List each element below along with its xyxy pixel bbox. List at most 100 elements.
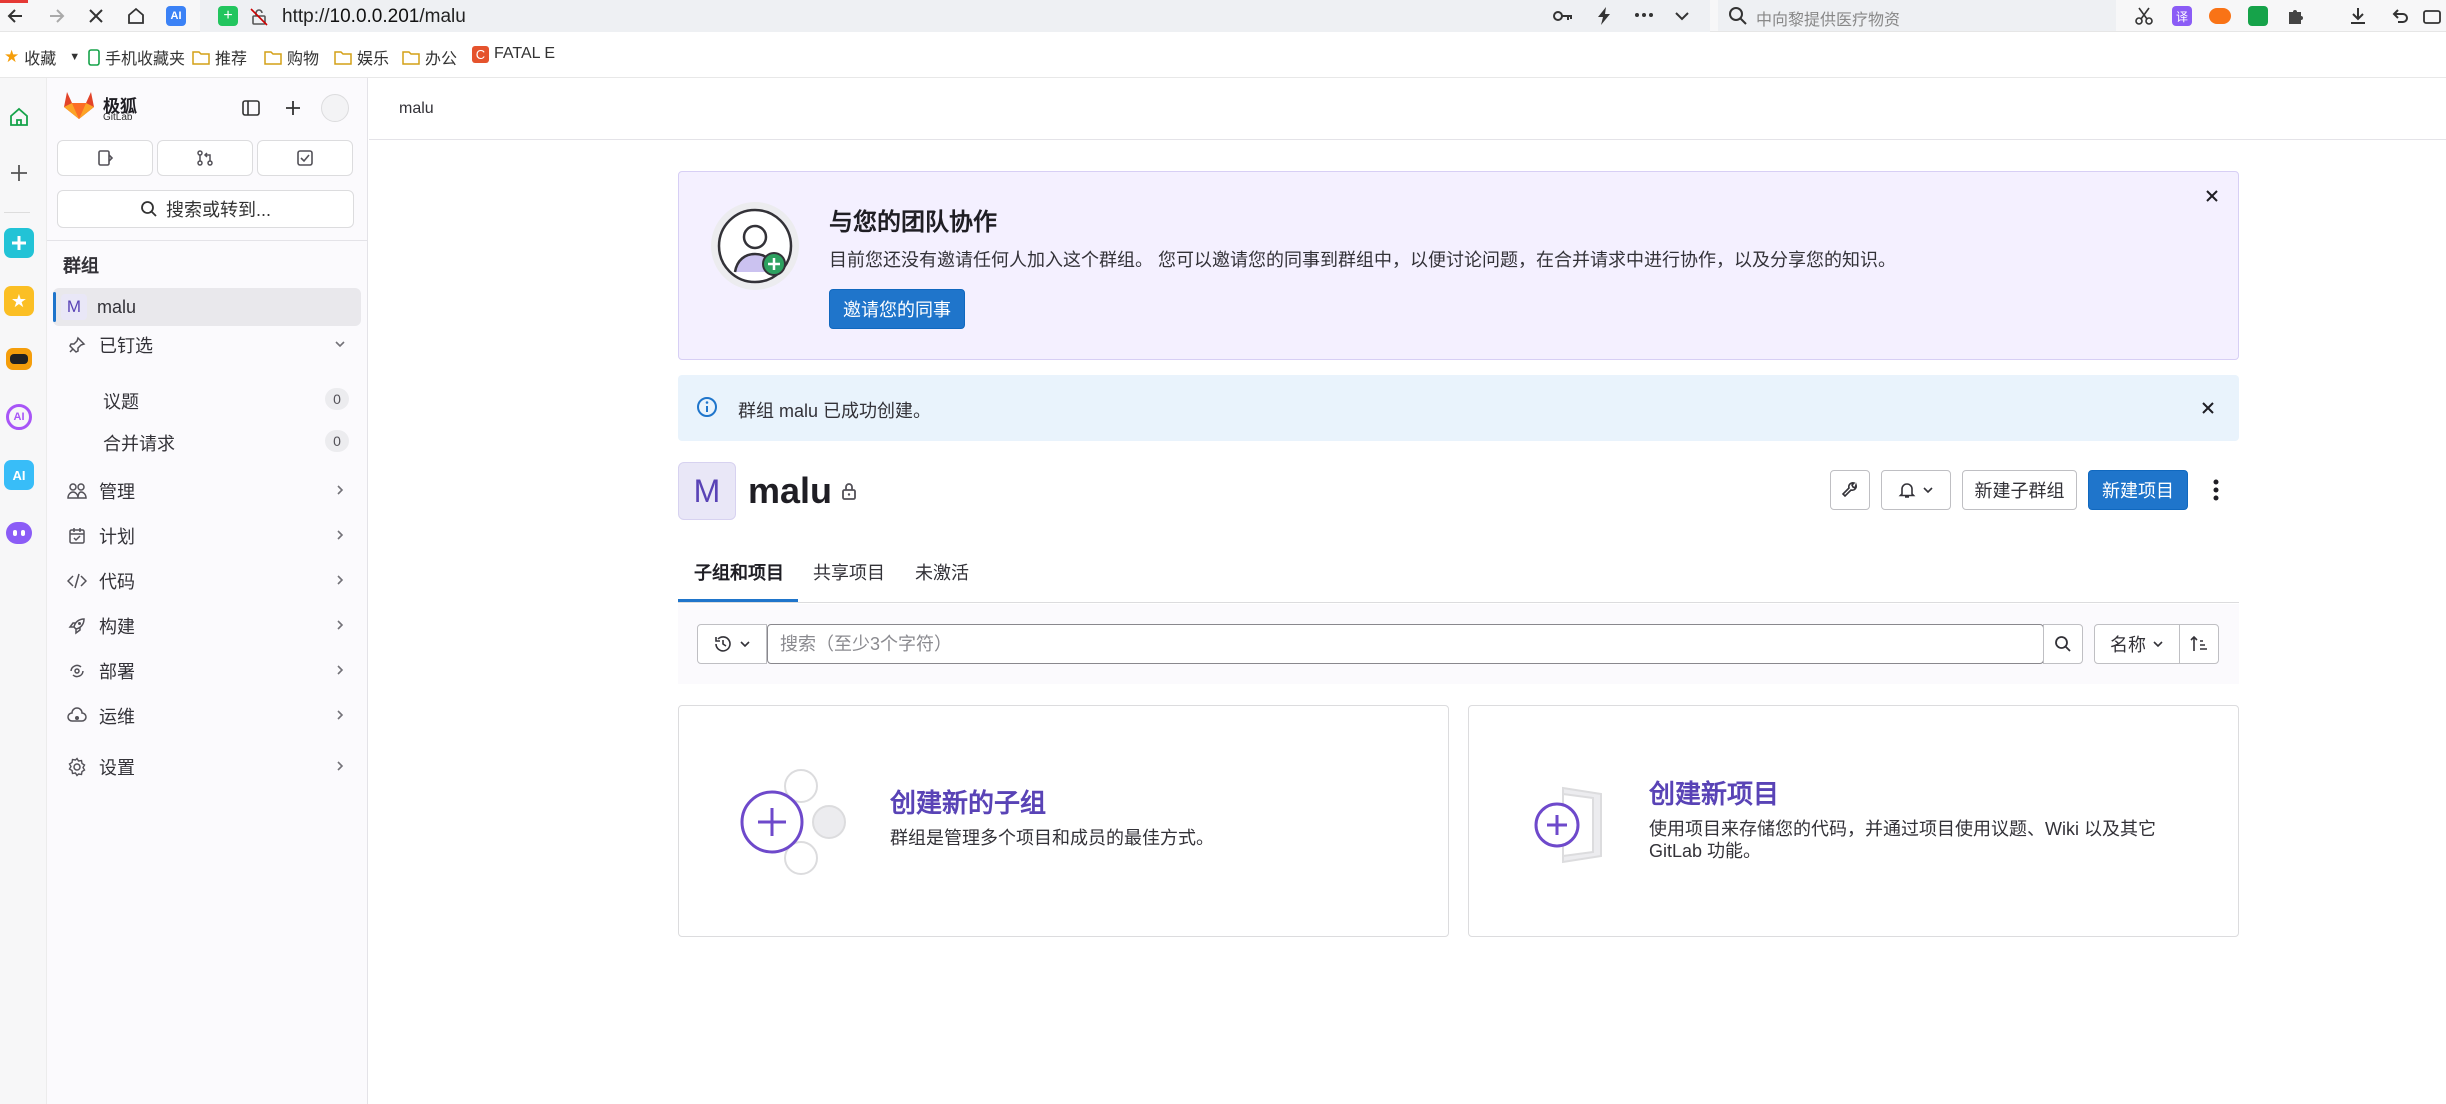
- pinned-item-issues[interactable]: 议题: [103, 388, 139, 414]
- breadcrumb-item-group[interactable]: malu: [399, 100, 434, 118]
- sidebar-item-operate[interactable]: 运维: [53, 697, 361, 735]
- sidebar-item-settings[interactable]: 设置: [53, 748, 361, 786]
- bookmark-favorites[interactable]: ★ 收藏 ▼: [4, 45, 80, 69]
- tab-inactive[interactable]: 未激活: [915, 559, 969, 585]
- bookmark-label: 收藏: [24, 51, 57, 68]
- sidebar-item-code[interactable]: 代码: [53, 562, 361, 600]
- sidebar-toggle-icon[interactable]: [241, 98, 261, 118]
- group-search-field[interactable]: [767, 624, 2044, 664]
- forward-icon[interactable]: [42, 2, 70, 30]
- merge-requests-shortcut-button[interactable]: [157, 140, 253, 176]
- invite-colleagues-button[interactable]: 邀请您的同事: [829, 289, 965, 329]
- sort-ascending-icon: [2190, 635, 2207, 651]
- address-bar[interactable]: + http://10.0.0.201/malu: [200, 0, 1710, 32]
- ai-extension-icon[interactable]: AI: [162, 2, 190, 30]
- sidebar-search-button[interactable]: 搜索或转到...: [57, 190, 354, 228]
- issues-count-badge: 0: [325, 388, 349, 410]
- rail-home-icon[interactable]: [4, 102, 34, 132]
- user-avatar[interactable]: [321, 94, 349, 122]
- key-icon[interactable]: [1552, 7, 1574, 25]
- sidebar-item-group[interactable]: M malu: [53, 288, 361, 326]
- group-search-input[interactable]: [780, 631, 1980, 657]
- pinned-item-merge-requests[interactable]: 合并请求: [103, 430, 175, 456]
- star-icon: ★: [4, 47, 20, 66]
- translate-icon[interactable]: 译: [2168, 2, 2196, 30]
- new-subgroup-button[interactable]: 新建子群组: [1962, 470, 2077, 510]
- sidebar-item-plan[interactable]: 计划: [53, 517, 361, 555]
- search-submit-button[interactable]: [2043, 624, 2083, 664]
- back-icon[interactable]: [2, 2, 30, 30]
- puzzle-icon[interactable]: [2282, 2, 2310, 30]
- rail-ai-app-icon[interactable]: AI: [4, 402, 34, 432]
- notifications-dropdown[interactable]: [1881, 470, 1951, 510]
- url-scheme: http://: [282, 6, 330, 27]
- c-logo-icon: C: [472, 45, 489, 63]
- rail-robot-app-icon[interactable]: [4, 344, 34, 374]
- close-invite-icon[interactable]: [2200, 184, 2224, 208]
- recent-searches-dropdown[interactable]: [697, 624, 767, 664]
- chevron-down-icon: [740, 641, 750, 648]
- bookmark-folder-entertainment[interactable]: 娱乐: [334, 45, 389, 69]
- bookmark-fatal[interactable]: C FATAL E: [472, 45, 555, 63]
- rail-ai-square-icon[interactable]: AI: [4, 460, 34, 490]
- stop-icon[interactable]: [82, 2, 110, 30]
- folder-icon: [192, 50, 210, 65]
- bookmark-label: 购物: [287, 51, 320, 68]
- insecure-lock-icon[interactable]: [250, 8, 268, 26]
- download-icon[interactable]: [2344, 2, 2372, 30]
- bookmark-folder-recommend[interactable]: 推荐: [192, 45, 247, 69]
- bookmark-mobile[interactable]: 手机收藏夹: [88, 45, 185, 69]
- sidebar-item-deploy[interactable]: 部署: [53, 652, 361, 690]
- gitlab-sidebar: 极狐 GitLab 搜索或转到... 群组 M malu 已钉选 议题 0 合并…: [47, 78, 368, 1104]
- rail-star-app-icon[interactable]: ★: [4, 286, 34, 316]
- sort-direction-button[interactable]: [2179, 624, 2219, 664]
- todos-shortcut-button[interactable]: [257, 140, 353, 176]
- sidebar-item-manage[interactable]: 管理: [53, 472, 361, 510]
- more-actions-icon[interactable]: [2213, 478, 2219, 502]
- rail-add-icon[interactable]: [4, 158, 34, 188]
- bookmark-folder-shopping[interactable]: 购物: [264, 45, 319, 69]
- browser-search-box[interactable]: 中向黎提供医疗物资: [1718, 0, 2116, 31]
- phone-icon: [88, 48, 100, 66]
- gamepad-icon[interactable]: [2206, 2, 2234, 30]
- group-settings-button[interactable]: [1830, 470, 1870, 510]
- gitlab-logo-icon[interactable]: [63, 90, 95, 120]
- tab-shared-projects[interactable]: 共享项目: [813, 559, 885, 585]
- rail-app1-icon[interactable]: [4, 228, 34, 258]
- undo-icon[interactable]: [2386, 2, 2414, 30]
- close-alert-icon[interactable]: [2196, 396, 2220, 420]
- brand-sub: GitLab: [103, 112, 133, 123]
- rail-bot-app-icon[interactable]: [4, 518, 34, 548]
- new-project-button[interactable]: 新建项目: [2088, 470, 2188, 510]
- sidebar-item-pinned[interactable]: 已钉选: [53, 326, 361, 364]
- url-text[interactable]: http://10.0.0.201/malu: [282, 6, 466, 28]
- scissors-icon[interactable]: [2130, 2, 2158, 30]
- subgroup-illustration-icon: [739, 766, 859, 876]
- create-new-icon[interactable]: [283, 98, 303, 118]
- chat-extension-icon[interactable]: [2244, 2, 2272, 30]
- url-host: 10.0.0.201: [329, 6, 420, 27]
- chevron-down-icon[interactable]: [1674, 10, 1690, 22]
- bookmark-folder-office[interactable]: 办公: [402, 45, 457, 69]
- sidebar-item-build[interactable]: 构建: [53, 607, 361, 645]
- create-project-card[interactable]: 创建新项目 使用项目来存储您的代码，并通过项目使用议题、Wiki 以及其它 Gi…: [1468, 705, 2239, 937]
- bookmark-label: 手机收藏夹: [105, 51, 186, 68]
- sort-field-dropdown[interactable]: 名称: [2094, 624, 2180, 664]
- todo-check-icon: [297, 150, 313, 166]
- create-subgroup-card[interactable]: 创建新的子组 群组是管理多个项目和成员的最佳方式。: [678, 705, 1449, 937]
- search-icon: [1728, 6, 1748, 26]
- merge-requests-count-badge: 0: [325, 430, 349, 452]
- chevron-right-icon: [333, 663, 347, 677]
- home-icon[interactable]: [122, 2, 150, 30]
- chevron-right-icon: [333, 528, 347, 542]
- more-dots-icon[interactable]: [1634, 12, 1654, 18]
- group-avatar-large: M: [678, 462, 736, 520]
- issues-shortcut-button[interactable]: [57, 140, 153, 176]
- create-project-title: 创建新项目: [1649, 779, 1780, 809]
- lightning-icon[interactable]: [1596, 6, 1612, 26]
- shield-plus-icon: +: [218, 6, 238, 26]
- chevron-right-icon: [333, 483, 347, 497]
- wallet-icon[interactable]: [2418, 2, 2446, 30]
- url-path: /malu: [419, 6, 466, 27]
- tab-subgroups-projects[interactable]: 子组和项目: [694, 559, 784, 585]
